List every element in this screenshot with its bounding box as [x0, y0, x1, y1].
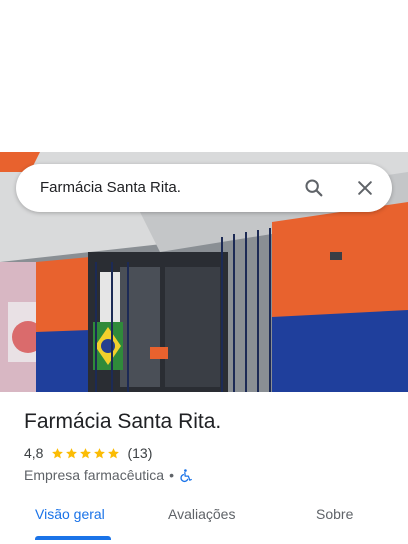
active-tab-indicator: [35, 536, 111, 540]
place-title: Farmácia Santa Rita.: [24, 410, 222, 433]
close-button[interactable]: [351, 174, 379, 202]
star-rating: [51, 447, 121, 460]
rating-row[interactable]: 4,8 (13): [24, 444, 152, 462]
category-row: Empresa farmacêutica •: [24, 466, 193, 484]
star-icon: [66, 447, 78, 458]
tab-reviews[interactable]: Avaliações: [168, 506, 235, 522]
search-button[interactable]: [300, 174, 328, 202]
separator: •: [169, 467, 174, 483]
review-count[interactable]: (13): [127, 445, 152, 461]
tab-overview[interactable]: Visão geral: [35, 506, 105, 522]
place-category: Empresa farmacêutica: [24, 467, 165, 483]
tab-bar: Visão geral Avaliações Sobre: [0, 496, 408, 544]
rating-value: 4,8: [24, 445, 44, 461]
tab-about[interactable]: Sobre: [316, 506, 353, 522]
search-input[interactable]: Farmácia Santa Rita.: [40, 179, 181, 196]
search-icon: [305, 179, 323, 197]
wheelchair-icon: [180, 468, 192, 482]
place-info-panel: Farmácia Santa Rita. 4,8 (13) Empresa fa…: [0, 392, 408, 544]
star-icon: [108, 447, 120, 458]
star-icon: [52, 447, 64, 458]
close-icon: [358, 181, 372, 195]
search-bar[interactable]: Farmácia Santa Rita.: [16, 164, 392, 212]
star-icon: [80, 447, 92, 458]
star-icon: [94, 447, 106, 458]
